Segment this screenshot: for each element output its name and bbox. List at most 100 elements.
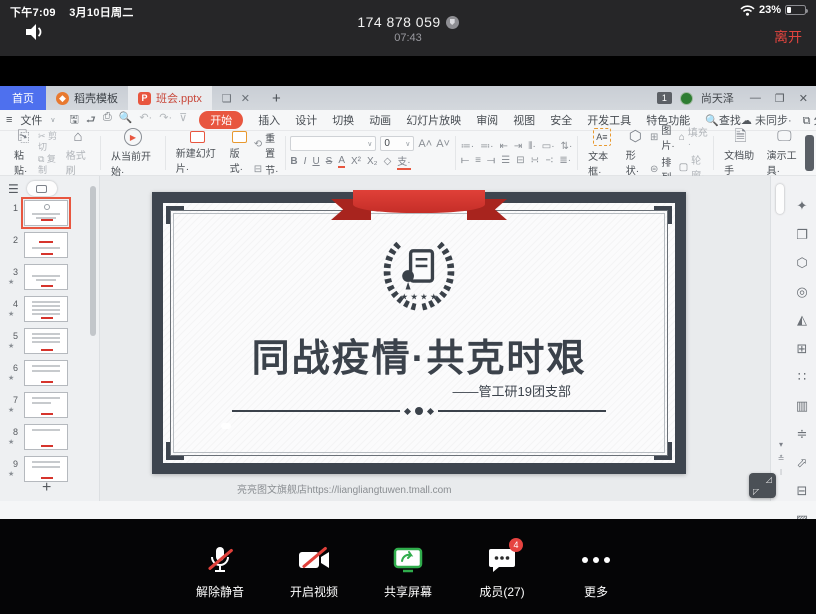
slide-view-toggle[interactable] [27,181,57,196]
prev-slide-icon[interactable]: ▾ [775,440,787,449]
touch-mode-handle[interactable] [749,473,776,498]
tab-docer-templates[interactable]: ◆ 稻壳模板 [46,86,128,110]
align-top-icon[interactable]: ∺ [531,155,539,166]
textbox-button[interactable]: A≡文本框· [583,128,621,178]
notification-badge[interactable]: 1 [657,92,672,104]
screen-panel-icon[interactable]: ⊟ [792,483,812,499]
superscript-button[interactable]: X² [351,156,361,167]
slide-thumbnail-8[interactable]: 8 ★ [0,424,100,452]
canvas-scrollbar[interactable] [776,184,784,214]
format-painter-button[interactable]: ⌂格式刷 [61,129,95,177]
meeting-info[interactable]: 174 878 059 07:43 [0,14,816,44]
align-middle-icon[interactable]: ∹ [545,155,553,166]
shapes-panel-icon[interactable]: ⬡ [792,255,812,271]
slide-thumbnail-3[interactable]: 3 ★ [0,264,100,292]
menu-tab-slideshow[interactable]: 幻灯片放映 [406,112,461,129]
slide-thumbnail-4[interactable]: 4 ★ [0,296,100,324]
increase-font-icon[interactable]: A˄ [418,138,432,150]
chart-panel-icon[interactable]: ▥ [792,398,812,414]
slide-thumbnail-7[interactable]: 7 ★ [0,392,100,420]
redo-icon[interactable]: ↷· [159,111,172,130]
layers-icon[interactable]: ❐ [792,227,812,243]
subscript-button[interactable]: X₂ [367,156,378,167]
slide-thumbnail-1[interactable]: 1 [0,200,100,228]
find-button[interactable]: 🔍查找 [705,112,741,129]
user-name[interactable]: 尚天泽 [701,90,734,106]
distribute-icon[interactable]: ⊟ [516,155,524,166]
tab-message-icon[interactable]: ❑ [222,92,232,105]
tab-close-icon[interactable]: ✕ [241,92,250,105]
strikethrough-button[interactable]: S [326,156,333,167]
output-icon[interactable]: ⮐ [86,111,96,130]
panel-scrollbar[interactable] [90,186,96,336]
indent-icon[interactable]: ⇥ [514,141,522,152]
slide-thumbnail-2[interactable]: 2 [0,232,100,260]
clear-format-icon[interactable]: ◇ [384,156,392,167]
align-left-icon[interactable]: ⟝ [461,155,469,166]
save-icon[interactable]: 🖫 [70,111,79,130]
menu-tab-design[interactable]: 设计 [295,112,317,129]
slide-canvas[interactable]: ★ ★ ★ ★ 同战疫情·共克时艰 ——管工研19团支部 [152,192,686,474]
unmute-button[interactable]: 解除静音 [191,545,249,600]
menu-tab-start[interactable]: 开始 [199,111,243,129]
file-menu[interactable]: ≡ 文件 ∨ [6,112,56,128]
font-size-select[interactable]: 0∨ [380,136,414,151]
ribbon-scroll-handle[interactable] [805,135,814,171]
add-slide-button[interactable]: + [42,479,51,497]
slide-thumbnail-5[interactable]: 5 ★ [0,328,100,356]
align-right-icon[interactable]: ⟞ [487,155,495,166]
cut-button[interactable]: ✂ 剪切 [38,131,61,153]
undo-icon[interactable]: ↶· [139,111,152,130]
slide-thumbnail-6[interactable]: 6 ★ [0,360,100,388]
pyramid-icon[interactable]: ◭ [792,312,812,328]
export-icon[interactable]: ⬀ [792,455,812,471]
text-direction-icon[interactable]: ▭· [542,141,555,152]
members-button[interactable]: 4 成员(27) [473,545,531,600]
menu-tab-devtools[interactable]: 开发工具 [587,112,631,129]
bullets-icon[interactable]: ≔· [461,141,474,152]
page-down-icon[interactable]: ⁝ [775,468,787,477]
underline-button[interactable]: U [312,156,319,167]
adjust-sliders-icon[interactable]: ≑ [792,426,812,442]
doc-assistant-button[interactable]: 🗎文档助手 [719,129,762,177]
new-slide-button[interactable]: 新建幻灯片· [171,131,225,175]
window-close-button[interactable]: ✕ [799,92,808,105]
menu-tab-insert[interactable]: 插入 [258,112,280,129]
presentation-tools-button[interactable]: 🖵演示工具· [762,129,807,177]
fill-button[interactable]: ⌂填充· [679,124,709,150]
toolbar-more-icon[interactable]: ⊽ [179,111,187,130]
preview-icon[interactable]: 🔍 [119,111,133,130]
menu-tab-animation[interactable]: 动画 [369,112,391,129]
paste-button[interactable]: ⎘粘贴· [9,129,38,177]
effects-icon[interactable]: ✦ [792,198,812,214]
reset-button[interactable]: ⟲重置 [254,130,280,160]
play-from-current-button[interactable]: ▶从当前开始· [106,128,160,178]
seal-icon[interactable]: ◎ [792,284,812,300]
tab-home[interactable]: 首页 [0,86,46,110]
cloud-sync-status[interactable]: ☁ 未同步· [741,112,792,128]
align-center-icon[interactable]: ≡ [475,155,481,166]
font-name-select[interactable]: ∨ [290,136,376,151]
numbering-icon[interactable]: ≕· [480,141,493,152]
page-up-icon[interactable]: ≛ [775,454,787,463]
bold-button[interactable]: B [290,156,297,167]
menu-tab-transition[interactable]: 切换 [332,112,354,129]
font-color-button[interactable]: A [338,155,345,168]
decrease-font-icon[interactable]: A˅ [436,138,450,150]
line-spacing-icon[interactable]: ⫴· [528,141,536,152]
layout-button[interactable]: 版式· [225,131,254,175]
justify-icon[interactable]: ☰ [501,155,510,166]
apps-grid-icon[interactable]: ∷ [792,369,812,385]
window-restore-button[interactable]: ❐ [775,92,785,105]
new-tab-button[interactable]: + [260,86,293,110]
picture-button[interactable]: ⊞图片· [650,122,679,152]
share-button[interactable]: ⧉ 分享 [803,112,816,128]
menu-tab-review[interactable]: 审阅 [476,112,498,129]
user-avatar[interactable] [680,92,693,105]
table-panel-icon[interactable]: ⊞ [792,341,812,357]
shapes-button[interactable]: ⬡形状· [621,129,650,177]
text-tool-button[interactable]: 支· [397,153,410,170]
columns-icon[interactable]: ⇅· [561,141,573,152]
share-screen-button[interactable]: 共享屏幕 [379,545,437,600]
outdent-icon[interactable]: ⇤ [499,141,507,152]
